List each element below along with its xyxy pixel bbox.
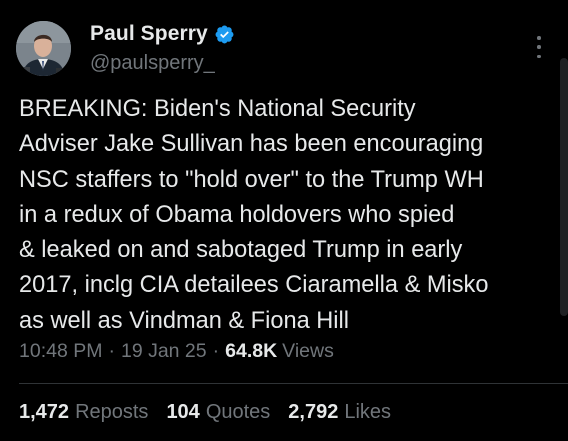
tweet-time[interactable]: 10:48 PM [19, 340, 102, 363]
verified-badge-icon[interactable] [214, 24, 235, 45]
reposts-label: Reposts [75, 401, 149, 423]
more-dot [537, 54, 541, 58]
likes-label: Likes [344, 401, 392, 423]
views-count[interactable]: 64.8K [225, 340, 277, 363]
likes-count: 2,792 [288, 401, 339, 423]
avatar-image [16, 21, 71, 76]
divider [19, 383, 568, 384]
tweet-date[interactable]: 19 Jan 25 [121, 340, 207, 363]
more-options-icon[interactable] [532, 36, 546, 58]
avatar[interactable] [16, 21, 71, 76]
likes-stat[interactable]: 2,792 Likes [288, 401, 391, 424]
views-label: Views [282, 340, 334, 362]
reposts-stat[interactable]: 1,472 Reposts [19, 401, 148, 424]
quotes-stat[interactable]: 104 Quotes [166, 401, 270, 424]
tweet-metadata: 10:48 PM · 19 Jan 25 · 64.8K Views [19, 340, 334, 363]
quotes-label: Quotes [205, 401, 271, 423]
meta-separator: · [212, 340, 220, 362]
author-handle[interactable]: @paulsperry_ [90, 52, 215, 75]
scrollbar[interactable] [560, 58, 568, 316]
more-dot [537, 45, 541, 49]
author-display-name[interactable]: Paul Sperry [90, 22, 208, 46]
more-dot [537, 36, 541, 40]
reposts-count: 1,472 [19, 401, 70, 423]
author-name-row: Paul Sperry [90, 22, 235, 46]
quotes-count: 104 [166, 401, 200, 423]
tweet-card: Paul Sperry @paulsperry_ BREAKING: Biden… [0, 0, 568, 441]
engagement-stats: 1,472 Reposts 104 Quotes 2,792 Likes [19, 401, 409, 424]
tweet-text: BREAKING: Biden's National Security Advi… [19, 96, 489, 334]
meta-separator: · [108, 340, 115, 362]
